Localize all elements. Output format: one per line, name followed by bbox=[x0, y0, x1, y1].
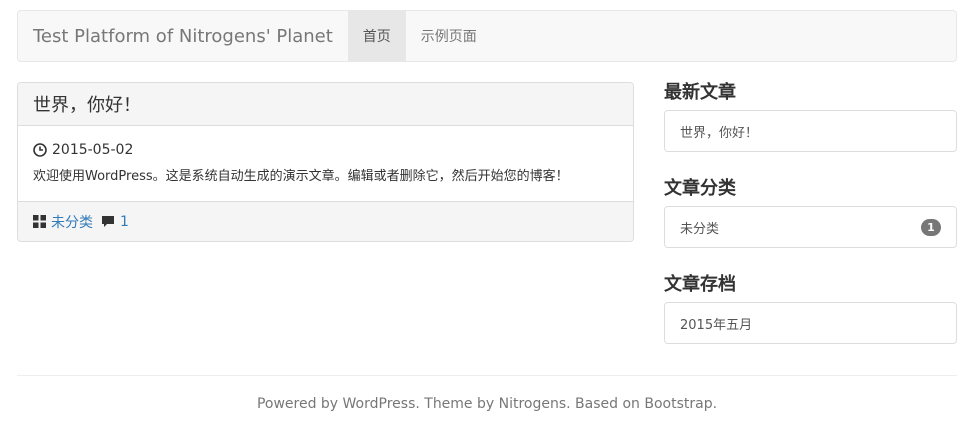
post-panel: 世界，你好！ 2015-05-02 欢迎使用WordPress。这是系统自动生成… bbox=[17, 82, 634, 242]
top-navbar: Test Platform of Nitrogens' Planet 首页 示例… bbox=[17, 10, 957, 62]
post-comments-link[interactable]: 1 bbox=[120, 214, 129, 230]
post-excerpt: 欢迎使用WordPress。这是系统自动生成的演示文章。编辑或者删除它，然后开始… bbox=[33, 169, 569, 184]
post-category-group: 未分类 bbox=[33, 212, 93, 232]
comment-icon bbox=[102, 216, 114, 227]
recent-posts-title: 最新文章 bbox=[664, 82, 736, 103]
sidebar: 最新文章 世界，你好！ 文章分类 未分类 1 文章存档 2015年五月 bbox=[664, 80, 957, 368]
archive-item[interactable]: 2015年五月 bbox=[664, 302, 957, 344]
category-grid-icon bbox=[33, 215, 46, 228]
site-brand[interactable]: Test Platform of Nitrogens' Planet bbox=[18, 11, 348, 61]
footer-divider bbox=[17, 375, 957, 376]
post-title[interactable]: 世界，你好！ bbox=[18, 83, 633, 126]
page-footer: Powered by WordPress. Theme by Nitrogens… bbox=[256, 396, 718, 412]
recent-post-item[interactable]: 世界，你好！ bbox=[664, 110, 957, 152]
post-footer: 未分类 1 bbox=[18, 201, 633, 241]
post-date-row: 2015-05-02 bbox=[33, 142, 618, 158]
clock-icon bbox=[33, 143, 47, 157]
main-nav: 首页 示例页面 bbox=[347, 11, 492, 61]
post-body: 2015-05-02 欢迎使用WordPress。这是系统自动生成的演示文章。编… bbox=[18, 126, 633, 201]
categories-title: 文章分类 bbox=[664, 178, 736, 199]
nav-item-home[interactable]: 首页 bbox=[347, 11, 406, 61]
category-count-badge: 1 bbox=[921, 218, 941, 236]
post-category-link[interactable]: 未分类 bbox=[51, 212, 93, 232]
recent-post-label: 世界，你好！ bbox=[680, 125, 759, 141]
post-date: 2015-05-02 bbox=[52, 142, 134, 158]
post-comments-group: 1 bbox=[101, 214, 129, 230]
category-item[interactable]: 未分类 1 bbox=[664, 206, 957, 248]
category-label: 未分类 bbox=[680, 221, 720, 237]
nav-item-sample-page[interactable]: 示例页面 bbox=[406, 11, 492, 61]
archives-title: 文章存档 bbox=[664, 274, 736, 295]
archive-label: 2015年五月 bbox=[680, 317, 753, 333]
